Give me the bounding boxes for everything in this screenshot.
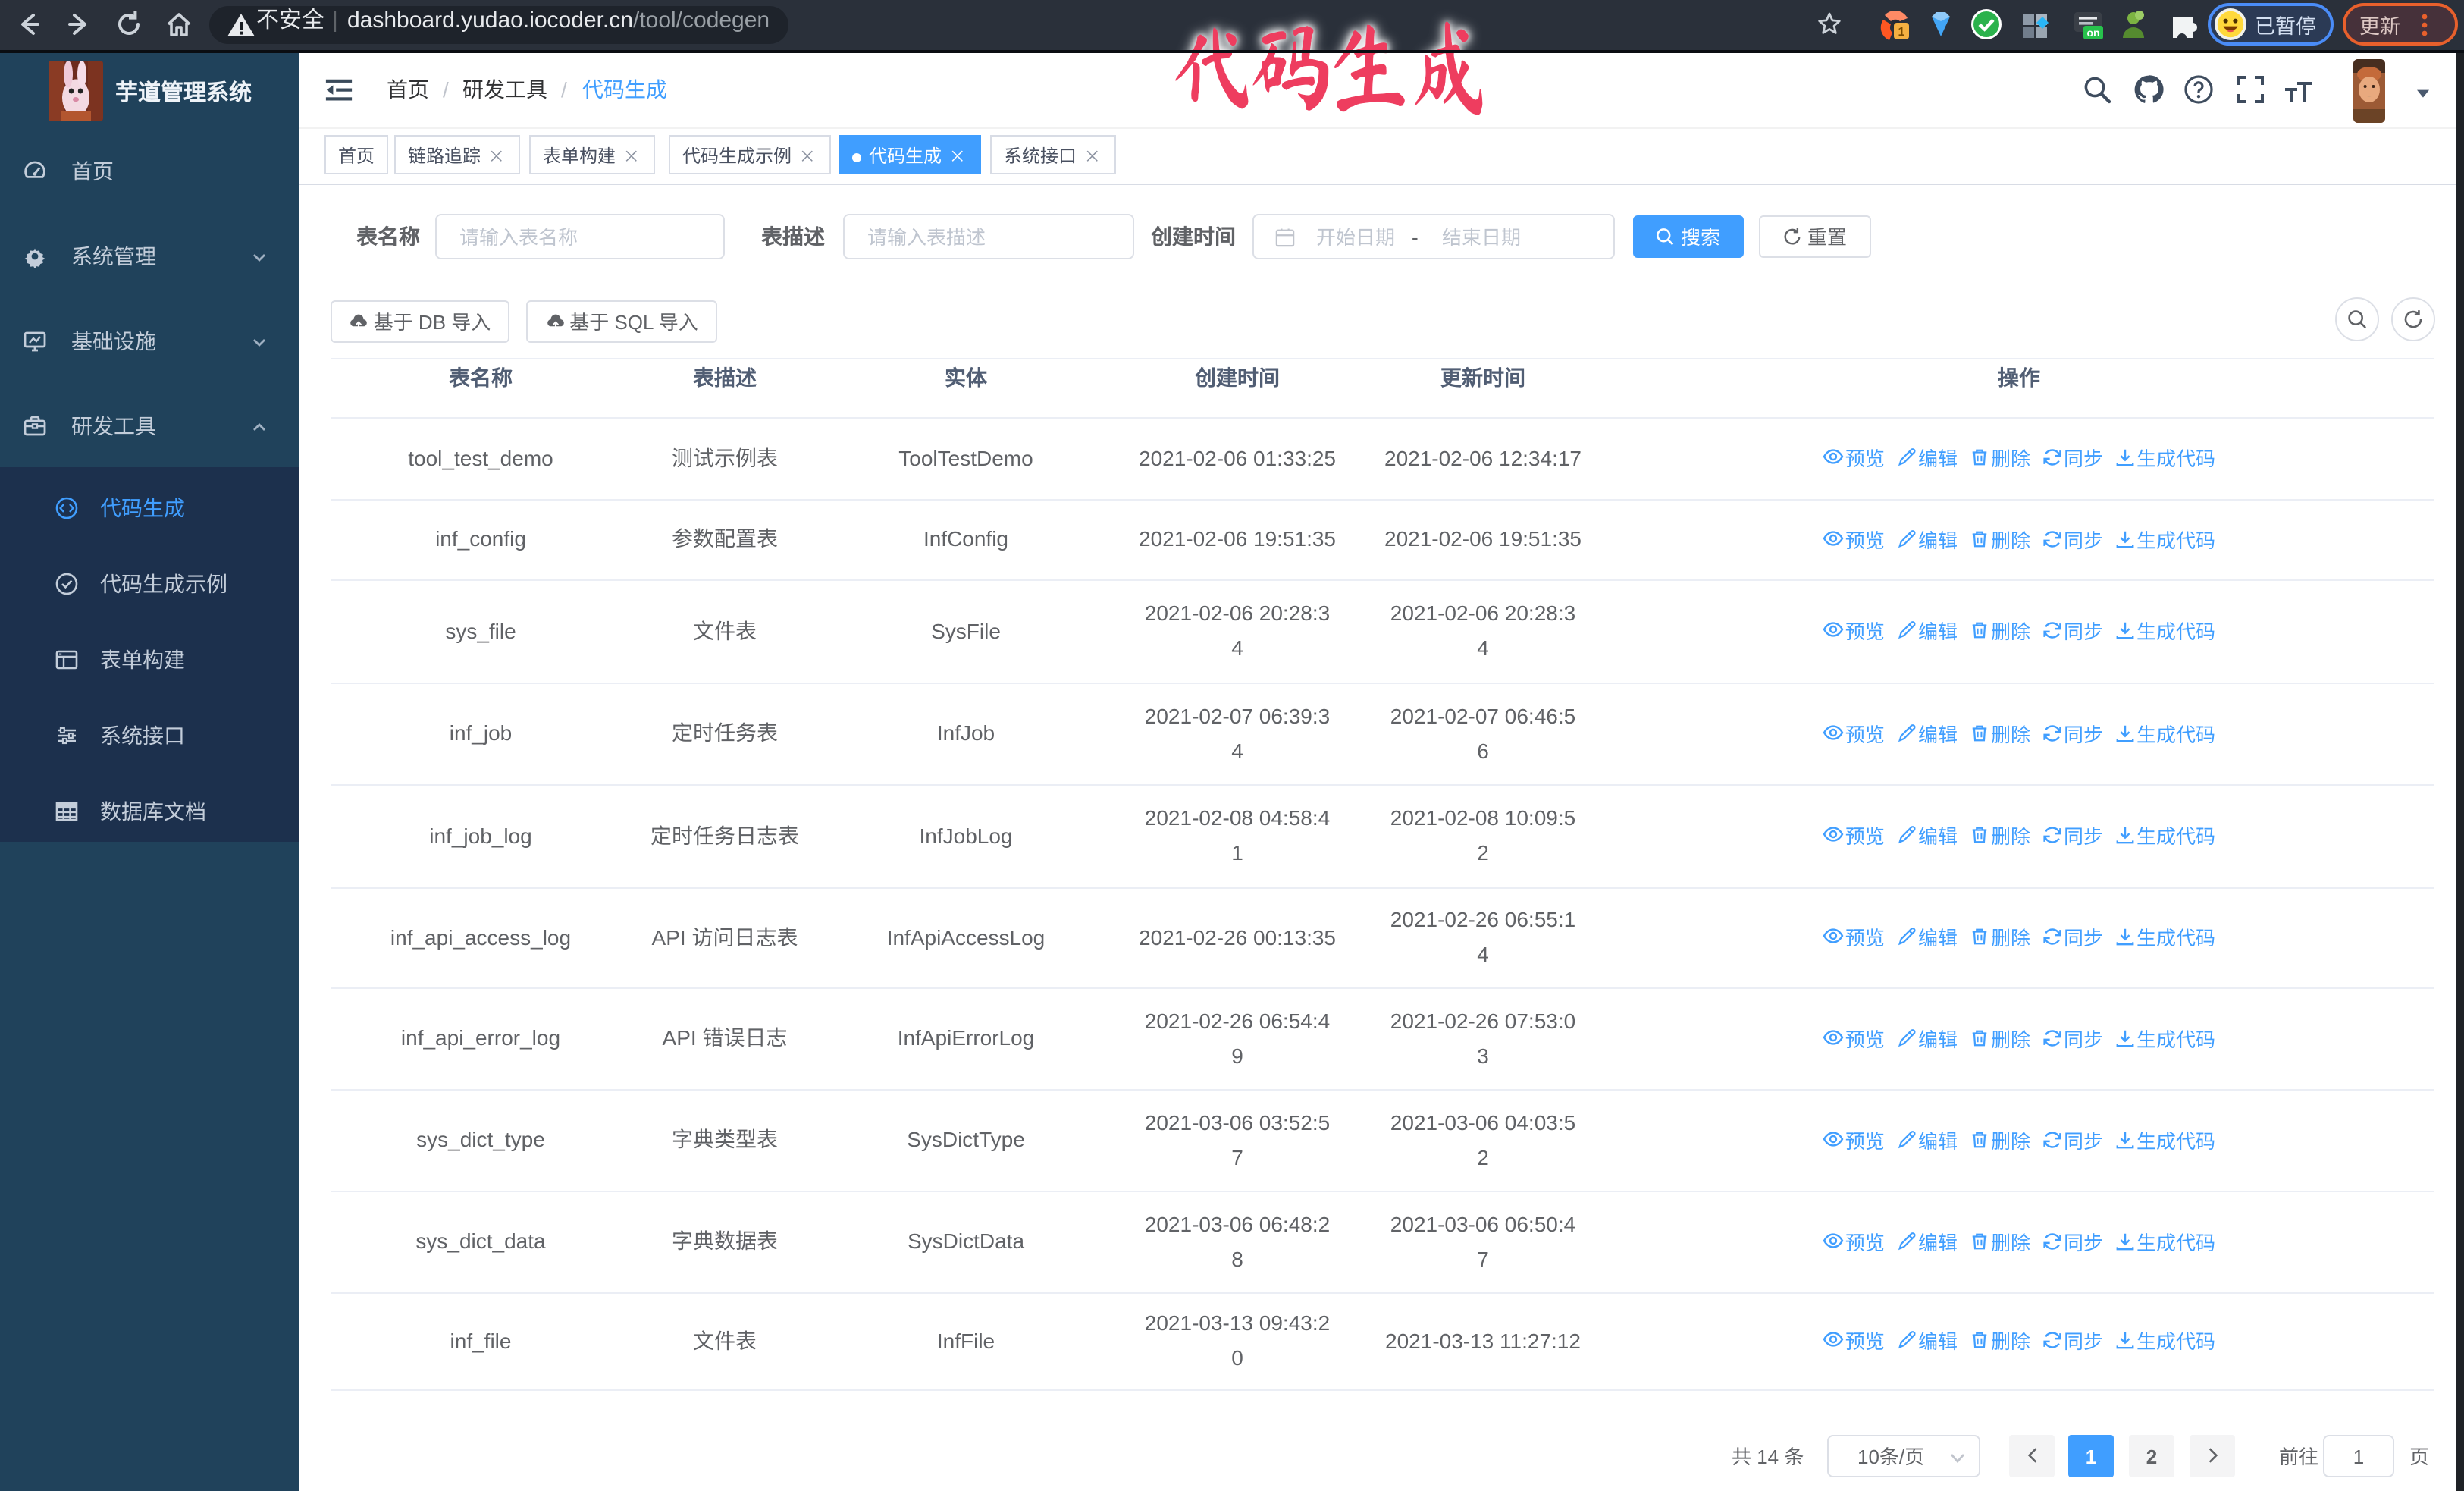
svg-text:on: on <box>2086 25 2099 40</box>
svg-text:1: 1 <box>1898 21 1905 39</box>
